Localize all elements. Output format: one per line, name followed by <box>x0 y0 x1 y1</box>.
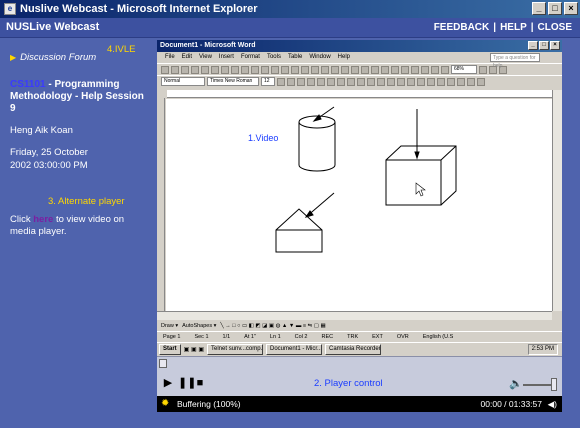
word-title-bar: Document1 - Microsoft Word _ □ × <box>157 40 562 52</box>
here-link[interactable]: here <box>33 214 53 225</box>
word-style-combo: Normal <box>161 77 205 86</box>
word-status-bar: Page 1 Sec 1 1/1 At 1" Ln 1 Col 2 REC TR… <box>157 331 562 342</box>
course-title: CS1101 - Programming Methodology - Help … <box>10 79 150 115</box>
word-status-item: EXT <box>372 334 383 340</box>
stop-icon[interactable]: ■ <box>194 377 206 389</box>
word-status-item: REC <box>321 334 334 340</box>
recorded-taskbar: Start ▣ ▣ ▣ Telnet sunv...comp... Docume… <box>157 342 562 356</box>
word-status-item: At 1" <box>244 334 256 340</box>
seek-bar[interactable] <box>157 356 562 370</box>
diagram-drawing: 1.Video <box>248 106 457 253</box>
play-icon[interactable]: ▶ <box>162 377 174 389</box>
site-nav: FEEDBACK | HELP | CLOSE <box>434 22 572 33</box>
video-frame: Document1 - Microsoft Word _ □ × File Edit… <box>157 40 562 356</box>
word-menu-item: File <box>165 54 175 60</box>
word-menu-item: Tools <box>266 54 281 60</box>
seek-thumb[interactable] <box>159 359 167 368</box>
mouse-cursor-icon <box>415 182 426 197</box>
session-date: Friday, 25 October 2002 03:00:00 PM <box>10 146 150 172</box>
window-title: Nuslive Webcast - Microsoft Internet Exp… <box>20 3 258 15</box>
playback-time: 00:00 / 01:33:57 <box>480 399 542 409</box>
feedback-link[interactable]: FEEDBACK <box>434 22 490 33</box>
word-status-item: English (U.S <box>422 334 454 340</box>
word-format-toolbar: Normal Times New Roman 12 <box>157 75 562 87</box>
word-title: Document1 - Microsoft Word <box>160 42 256 49</box>
start-button-image: Start <box>159 344 181 355</box>
word-help-box: Type a question for help <box>490 53 540 69</box>
word-document: 1.Video <box>166 99 552 311</box>
drawing-tool-icons: ╲ → □ ○ ▭ ◧ ◩ ◪ ▣ ◍ ▲ ▼ ▬ ≡ ⇋ ▢ ▦ <box>220 323 326 329</box>
word-size-combo: 12 <box>261 77 275 86</box>
click-prefix: Click <box>10 214 34 225</box>
word-status-item: 1/1 <box>222 334 231 340</box>
word-status-item: Sec 1 <box>194 334 209 340</box>
close-link[interactable]: CLOSE <box>538 22 572 33</box>
word-menu-item: Table <box>287 54 303 60</box>
site-title: NUSLive Webcast <box>6 21 100 33</box>
word-status-item: OVR <box>396 334 409 340</box>
word-minimize-icon: _ <box>528 41 538 50</box>
word-menu-item: Window <box>309 54 331 60</box>
word-font-combo: Times New Roman <box>207 77 259 86</box>
media-player: Document1 - Microsoft Word _ □ × File Edit… <box>157 40 562 412</box>
speaker-icon[interactable]: ◀) <box>548 396 557 412</box>
player-status-bar: ✹ Buffering (100%) 00:00 / 01:33:57 ◀) <box>157 396 562 412</box>
player-controls: ▶ ❚❚ ■ 2. Player control 🔈 <box>157 370 562 396</box>
buffering-icon: ✹ <box>161 398 170 409</box>
word-vertical-scrollbar <box>552 90 562 311</box>
alternate-player-text: Click here to view video on media player… <box>10 214 150 238</box>
word-menu-item: Insert <box>218 54 234 60</box>
taskbar-task: Camtasia Recorder <box>325 344 382 355</box>
ie-app-icon: e <box>4 3 16 15</box>
word-menu-item: Edit <box>181 54 193 60</box>
forum-label: Discussion Forum <box>20 52 97 63</box>
word-status-item: Ln 1 <box>269 334 281 340</box>
cylinder-shape <box>298 106 336 172</box>
word-status-item: TRK <box>347 334 359 340</box>
word-status-item: Col 2 <box>294 334 308 340</box>
arrow-right-icon: ▶ <box>10 53 17 62</box>
lecturer-name: Heng Aik Koan <box>10 125 73 136</box>
draw-menu: Draw ▾ <box>161 323 179 329</box>
course-code: CS1101 <box>10 79 46 90</box>
word-status-item: Page 1 <box>163 334 181 340</box>
ie-title-bar: e Nuslive Webcast - Microsoft Internet E… <box>0 0 580 18</box>
site-header: NUSLive Webcast FEEDBACK | HELP | CLOSE <box>0 18 580 38</box>
word-zoom-combo: 68% <box>451 65 477 74</box>
sidebar: ▶ Discussion Forum CS1101 - Programming … <box>10 44 150 172</box>
player-control-label: 2. Player control <box>314 378 383 389</box>
word-menu-item: View <box>199 54 212 60</box>
volume-icon[interactable]: 🔈 <box>509 377 523 390</box>
prism-shape <box>275 192 335 253</box>
autoshapes-menu: AutoShapes ▾ <box>182 323 217 329</box>
minimize-button[interactable]: _ <box>532 2 546 15</box>
ivle-label: 4.IVLE <box>107 44 136 55</box>
alternate-player-label: 3. Alternate player <box>48 196 125 207</box>
webcast-page: NUSLive Webcast FEEDBACK | HELP | CLOSE … <box>0 18 580 428</box>
taskbar-clock: 2:53 PM <box>527 344 558 355</box>
date-line-1: Friday, 25 October <box>10 147 88 158</box>
word-menu-bar: File Edit View Insert Format Tools Table… <box>157 52 562 69</box>
word-maximize-icon: □ <box>539 41 549 50</box>
pause-icon[interactable]: ❚❚ <box>178 377 196 389</box>
word-menu-item: Help <box>337 54 350 60</box>
maximize-button[interactable]: □ <box>548 2 562 15</box>
nav-separator: | <box>530 22 534 33</box>
volume-thumb[interactable] <box>551 378 557 391</box>
help-link[interactable]: HELP <box>500 22 527 33</box>
word-horizontal-scrollbar <box>157 311 552 320</box>
word-menu-item: Format <box>240 54 260 60</box>
word-vertical-ruler <box>157 98 165 311</box>
word-drawing-toolbar: Draw ▾ AutoShapes ▾ ╲ → □ ○ ▭ ◧ ◩ ◪ ▣ ◍ … <box>157 321 562 331</box>
nav-separator: | <box>493 22 497 33</box>
date-line-2: 2002 03:00:00 PM <box>10 160 88 171</box>
close-window-button[interactable]: × <box>564 2 578 15</box>
taskbar-task: Telnet sunv...comp... <box>207 344 264 355</box>
taskbar-task: Document1 - Micr... <box>266 344 323 355</box>
word-ruler <box>167 90 552 98</box>
quicklaunch-icons: ▣ ▣ ▣ <box>183 347 205 353</box>
word-close-icon: × <box>550 41 560 50</box>
buffering-status: Buffering (100%) <box>177 399 241 409</box>
video-label: 1.Video <box>248 133 278 143</box>
